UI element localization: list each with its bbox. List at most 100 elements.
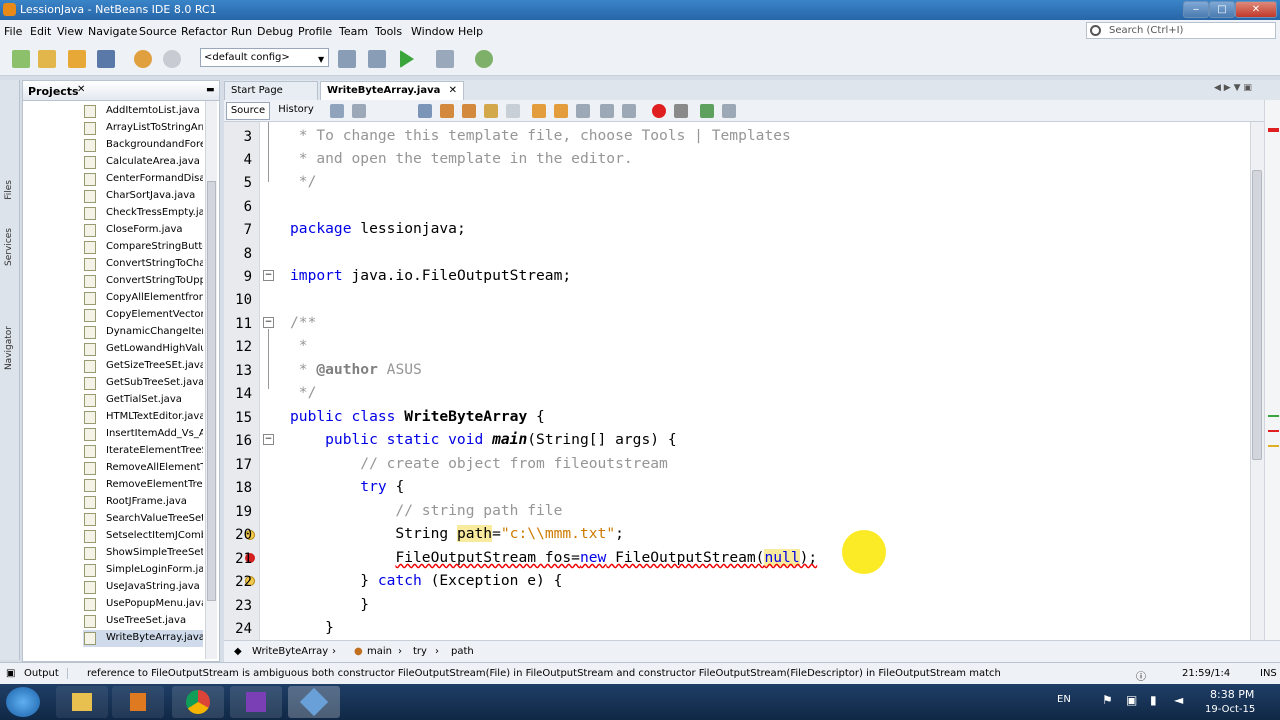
project-file-item[interactable]: CopyElementVectorto bbox=[83, 307, 203, 324]
project-file-item[interactable]: DynamicChangeItem. bbox=[83, 324, 203, 341]
config-select[interactable]: <default config> bbox=[200, 48, 329, 67]
project-file-item[interactable]: BackgroundandForegr bbox=[83, 137, 203, 154]
redo-icon[interactable] bbox=[163, 50, 181, 68]
fold-toggle-icon[interactable]: − bbox=[263, 434, 274, 445]
project-file-item[interactable]: UsePopupMenu.java bbox=[83, 596, 203, 613]
new-file-icon[interactable] bbox=[12, 50, 30, 68]
project-file-item[interactable]: CloseForm.java bbox=[83, 222, 203, 239]
close-button[interactable]: ✕ bbox=[1235, 1, 1277, 18]
tab-writebytearray[interactable]: WriteByteArray.java ✕ bbox=[320, 81, 464, 100]
debug-icon[interactable] bbox=[436, 50, 454, 68]
save-all-icon[interactable] bbox=[97, 50, 115, 68]
project-file-item[interactable]: InsertItemAdd_Vs_Ac bbox=[83, 426, 203, 443]
project-file-item[interactable]: ConvertStringToUppe bbox=[83, 273, 203, 290]
start-button[interactable] bbox=[6, 687, 40, 717]
project-file-item[interactable]: SetselectItemJCombo bbox=[83, 528, 203, 545]
minimize-button[interactable]: ‒ bbox=[1183, 1, 1209, 18]
project-file-item[interactable]: GetSizeTreeSEt.java bbox=[83, 358, 203, 375]
files-tab[interactable]: Files bbox=[4, 180, 14, 200]
menu-view[interactable]: View bbox=[57, 25, 83, 38]
project-file-item[interactable]: CompareStringButton bbox=[83, 239, 203, 256]
menu-tools[interactable]: Tools bbox=[375, 25, 402, 38]
toggle-bookmark-icon[interactable] bbox=[576, 104, 590, 118]
project-file-item[interactable]: ShowSimpleTreeSet.ja bbox=[83, 545, 203, 562]
fold-toggle-icon[interactable]: − bbox=[263, 317, 274, 328]
shift-left-icon[interactable] bbox=[600, 104, 614, 118]
clock-time[interactable]: 8:38 PM bbox=[1210, 688, 1254, 701]
project-file-item[interactable]: GetSubTreeSet.java bbox=[83, 375, 203, 392]
project-file-item[interactable]: ArrayListToStringArra bbox=[83, 120, 203, 137]
tab-start-page[interactable]: Start Page bbox=[224, 81, 318, 100]
clean-build-icon[interactable] bbox=[368, 50, 386, 68]
history-button[interactable]: History bbox=[276, 102, 316, 120]
device-icon[interactable]: ▣ bbox=[1126, 693, 1137, 707]
flag-icon[interactable]: ⚑ bbox=[1102, 693, 1113, 707]
project-file-item[interactable]: RemoveAllElementTre bbox=[83, 460, 203, 477]
project-file-item[interactable]: GetLowandHighValue. bbox=[83, 341, 203, 358]
undo-icon[interactable] bbox=[134, 50, 152, 68]
code-editor[interactable]: * To change this template file, choose T… bbox=[284, 122, 1250, 640]
project-file-item[interactable]: CenterFormandDisabl bbox=[83, 171, 203, 188]
visual-studio-task[interactable] bbox=[230, 686, 282, 718]
notification-icon[interactable]: ⓘ bbox=[1136, 668, 1146, 683]
menu-profile[interactable]: Profile bbox=[298, 25, 332, 38]
forward-icon[interactable] bbox=[352, 104, 366, 118]
menu-refactor[interactable]: Refactor bbox=[181, 25, 227, 38]
error-marker[interactable] bbox=[1268, 128, 1279, 132]
stripe-marker[interactable] bbox=[1268, 415, 1279, 417]
project-file-item[interactable]: CopyAllElementfromA bbox=[83, 290, 203, 307]
run-icon[interactable] bbox=[400, 50, 414, 68]
close-icon[interactable]: ✕ bbox=[449, 85, 457, 96]
stop-macro-icon[interactable] bbox=[674, 104, 688, 118]
menu-file[interactable]: File bbox=[4, 25, 22, 38]
menu-team[interactable]: Team bbox=[339, 25, 368, 38]
editor-scroll-thumb[interactable] bbox=[1252, 170, 1262, 460]
project-file-item[interactable]: CalculateArea.java bbox=[83, 154, 203, 171]
project-file-item[interactable]: SearchValueTreeSet.j bbox=[83, 511, 203, 528]
menu-debug[interactable]: Debug bbox=[257, 25, 293, 38]
minimize-panel-icon[interactable]: ▬ bbox=[206, 85, 215, 95]
uncomment-icon[interactable] bbox=[722, 104, 736, 118]
breadcrumb-item[interactable]: path bbox=[451, 646, 474, 657]
netbeans-task[interactable] bbox=[288, 686, 340, 718]
search-input[interactable]: Search (Ctrl+I) bbox=[1086, 22, 1276, 39]
record-macro-icon[interactable] bbox=[652, 104, 666, 118]
error-marker[interactable] bbox=[1268, 430, 1279, 432]
find-icon[interactable] bbox=[418, 104, 432, 118]
breadcrumb-item[interactable]: WriteByteArray bbox=[252, 646, 328, 657]
new-project-icon[interactable] bbox=[38, 50, 56, 68]
volume-icon[interactable]: ◄ bbox=[1174, 693, 1183, 707]
tab-nav-arrows[interactable]: ◀ ▶ ▼ ▣ bbox=[1214, 83, 1252, 93]
chrome-task[interactable] bbox=[172, 686, 224, 718]
projects-scroll-thumb[interactable] bbox=[207, 181, 216, 601]
output-tab[interactable]: Output bbox=[24, 668, 68, 679]
project-file-item[interactable]: UseTreeSet.java bbox=[83, 613, 203, 630]
breadcrumb-item[interactable]: main bbox=[367, 646, 392, 657]
comment-icon[interactable] bbox=[700, 104, 714, 118]
maximize-button[interactable]: □ bbox=[1209, 1, 1235, 18]
project-file-item[interactable]: RemoveElementTreeS bbox=[83, 477, 203, 494]
menu-run[interactable]: Run bbox=[231, 25, 252, 38]
project-file-item[interactable]: HTMLTextEditor.java bbox=[83, 409, 203, 426]
project-file-item[interactable]: CheckTressEmpty.java bbox=[83, 205, 203, 222]
menu-navigate[interactable]: Navigate bbox=[88, 25, 137, 38]
find-next-icon[interactable] bbox=[462, 104, 476, 118]
project-file-item[interactable]: SimpleLoginForm.java bbox=[83, 562, 203, 579]
breadcrumb-item[interactable]: try bbox=[413, 646, 427, 657]
build-icon[interactable] bbox=[338, 50, 356, 68]
prev-bookmark-icon[interactable] bbox=[532, 104, 546, 118]
toggle-highlight-icon[interactable] bbox=[484, 104, 498, 118]
menu-window[interactable]: Window bbox=[411, 25, 454, 38]
clock-date[interactable]: 19-Oct-15 bbox=[1205, 704, 1255, 715]
menu-edit[interactable]: Edit bbox=[30, 25, 51, 38]
project-file-item[interactable]: IterateElementTreeSe bbox=[83, 443, 203, 460]
profile-icon[interactable] bbox=[475, 50, 493, 68]
project-file-item[interactable]: WriteByteArray.java bbox=[83, 630, 203, 647]
back-icon[interactable] bbox=[330, 104, 344, 118]
menu-source[interactable]: Source bbox=[139, 25, 177, 38]
menu-help[interactable]: Help bbox=[458, 25, 483, 38]
project-file-item[interactable]: RootJFrame.java bbox=[83, 494, 203, 511]
source-button[interactable]: Source bbox=[226, 102, 270, 120]
rect-select-icon[interactable] bbox=[506, 104, 520, 118]
media-player-task[interactable] bbox=[112, 686, 164, 718]
